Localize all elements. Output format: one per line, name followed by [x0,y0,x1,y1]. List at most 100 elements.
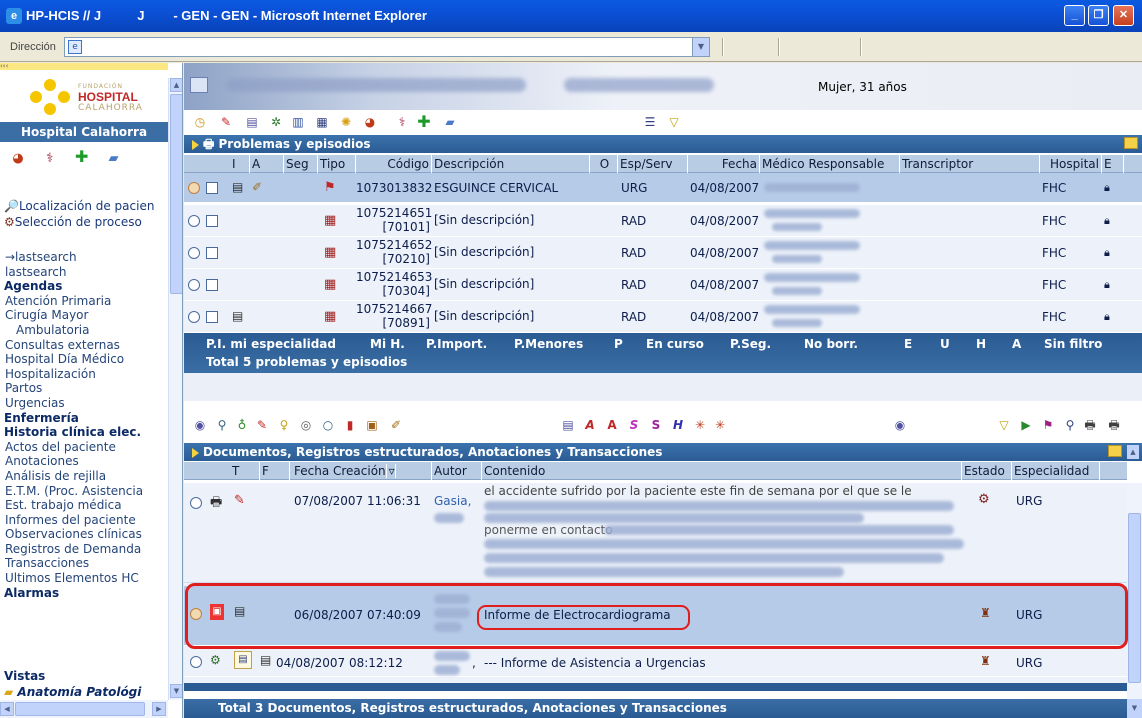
table-row[interactable]: 🖶 ✎ 07/08/2007 11:06:31 Gasia, el accide… [184,483,1142,583]
star-icon[interactable]: ✳ [712,417,728,433]
document-icon[interactable]: ◉ [192,417,208,433]
row-radio[interactable] [188,182,200,194]
sidebar-tree-item[interactable]: Informes del paciente [4,513,169,528]
filter-no-borr[interactable]: No borr. [804,337,858,351]
grid-icon[interactable]: ▦ [314,114,330,130]
add-icon[interactable]: ✚ [74,149,90,165]
link-icon[interactable]: ✎ [218,114,234,130]
filter-sin-filtro[interactable]: Sin filtro [1044,337,1102,351]
sidebar-section-header[interactable]: Alarmas [4,586,169,601]
filter-pimport[interactable]: P.Import. [426,337,487,351]
col-descripcion[interactable]: Descripción [432,155,590,173]
text-aa-icon[interactable]: A [604,417,620,433]
col-a[interactable]: A [250,155,284,173]
table-row-selected[interactable]: ▤ ✐ ⚑ 1073013832 ESGUINCE CERVICAL URG 04/08/2… [184,173,1142,203]
search-icon[interactable]: ○ [320,417,336,433]
documents-scrollbar[interactable] [1127,483,1142,699]
scroll-down-arrow[interactable]: ▼ [170,684,182,698]
sidebar-section-header[interactable]: Historia clínica elec. [4,425,169,440]
sidebar-tree-item[interactable]: Análisis de rejilla [4,469,169,484]
col-tipo[interactable]: Tipo [318,155,356,173]
scroll-thumb[interactable] [170,94,182,294]
filter-a[interactable]: A [1012,337,1021,351]
col-t[interactable]: T [230,462,260,480]
printer-icon[interactable]: 🖶 [1082,417,1098,433]
sidebar-tree-item[interactable]: Ambulatoria [4,323,169,338]
filter-pmenores[interactable]: P.Menores [514,337,583,351]
row-checkbox[interactable] [206,247,218,259]
collapse-strip[interactable]: ‹‹‹ [0,63,168,70]
scroll-thumb[interactable] [1128,513,1141,683]
stethoscope-icon[interactable]: ⚲ [214,417,230,433]
caduceus-icon[interactable]: ⚕ [42,151,58,167]
row-checkbox[interactable] [206,311,218,323]
close-button[interactable]: ✕ [1113,5,1134,26]
chart-icon[interactable]: ▮ [342,417,358,433]
col-hospital[interactable]: Hospital [1040,155,1102,173]
table-row[interactable]: ▦ 1075214652 [70210] [Sin descripción] RAD 04… [184,237,1142,269]
col-seg[interactable]: Seg [284,155,318,173]
folder-icon[interactable] [1108,445,1122,457]
col-medico[interactable]: Médico Responsable [760,155,900,173]
sidebar-tree-item[interactable]: Transacciones [4,556,169,571]
row-radio[interactable] [188,311,200,323]
sidebar-tree-item[interactable]: Consultas externas [4,338,169,353]
add-icon[interactable]: ✚ [416,114,432,130]
table-row[interactable]: ▦ 1075214651 [70101] [Sin descripción] RAD 04… [184,205,1142,237]
sidebar-anatomia[interactable]: ▰ Anatomía Patológi [4,685,141,699]
minimize-button[interactable]: _ [1064,5,1085,26]
col-fecha[interactable]: Fecha [688,155,760,173]
sidebar-tree-item[interactable]: Hospital Día Médico [4,352,169,367]
col-fecha-creacion[interactable]: Fecha Creación ▿ [290,462,432,480]
sidebar-tree-item[interactable]: Urgencias [4,396,169,411]
expand-arrow-icon[interactable] [192,447,199,458]
note-icon[interactable]: ▣ [364,417,380,433]
star-icon[interactable]: ✳ [692,417,708,433]
folder-icon[interactable] [1124,137,1138,149]
scroll-up-arrow[interactable]: ▲ [1127,445,1139,459]
search-icon[interactable]: ⚲ [1062,417,1078,433]
list-view-icon[interactable]: ☰ [642,114,658,130]
col-esp[interactable]: Esp/Serv [618,155,688,173]
sidebar-link-seleccion[interactable]: ⚙Selección de proceso [4,214,169,230]
form-icon[interactable]: ▤ [560,417,576,433]
row-radio[interactable] [188,215,200,227]
printer-settings-icon[interactable]: 🖶 [1106,417,1122,433]
col-especialidad[interactable]: Especialidad [1012,462,1100,480]
row-checkbox[interactable] [206,215,218,227]
sidebar-scrollbar[interactable]: ▲ ▼ [168,78,182,700]
filter-u[interactable]: U [940,337,950,351]
scroll-up-arrow[interactable]: ▲ [170,78,182,92]
chart-icon[interactable]: ▥ [290,114,306,130]
sidebar-vistas[interactable]: Vistas [4,669,45,683]
table-row[interactable]: ▦ 1075214653 [70304] [Sin descripción] RAD 04… [184,269,1142,301]
sidebar-hscrollbar[interactable]: ◀ ▶ [0,700,168,718]
edit-icon[interactable]: ✐ [388,417,404,433]
filter-h[interactable]: H [976,337,986,351]
sidebar-tree-item[interactable]: Cirugía Mayor [4,308,169,323]
sun-icon[interactable]: ✺ [338,114,354,130]
link-icon[interactable]: ✎ [254,417,270,433]
printer-icon[interactable]: 🖶 [203,137,214,151]
info-icon[interactable]: ◎ [298,417,314,433]
sidebar-tree-item[interactable]: Ultimos Elementos HC [4,571,169,586]
circle-doc-icon[interactable]: ◉ [892,417,908,433]
export-icon[interactable]: ▶ [1018,417,1034,433]
expand-arrow-icon[interactable] [192,139,199,150]
sidebar-tree-item[interactable]: lastsearch [4,265,169,280]
car-icon[interactable]: ▰ [105,151,121,167]
sidebar-tree-item[interactable]: E.T.M. (Proc. Asistencia [4,484,169,499]
row-radio[interactable] [188,279,200,291]
filter-pi-especialidad[interactable]: P.I. mi especialidad [206,337,336,351]
col-codigo[interactable]: Código [356,155,432,173]
col-f[interactable]: F [260,462,290,480]
sidebar-tree-item[interactable]: Est. trabajo médica [4,498,169,513]
text-h-icon[interactable]: H [670,417,686,433]
row-radio[interactable] [190,656,202,668]
sidebar-tree-item[interactable]: Partos [4,381,169,396]
table-row[interactable]: ⚙ ▤ ▤ 04/08/2007 08:12:12 , --- Informe … [184,647,1142,677]
sidebar-tree-item[interactable]: Atención Primaria [4,294,169,309]
row-checkbox[interactable] [206,182,218,194]
filter-e[interactable]: E [904,337,912,351]
document-icon[interactable]: ▤ [244,114,260,130]
